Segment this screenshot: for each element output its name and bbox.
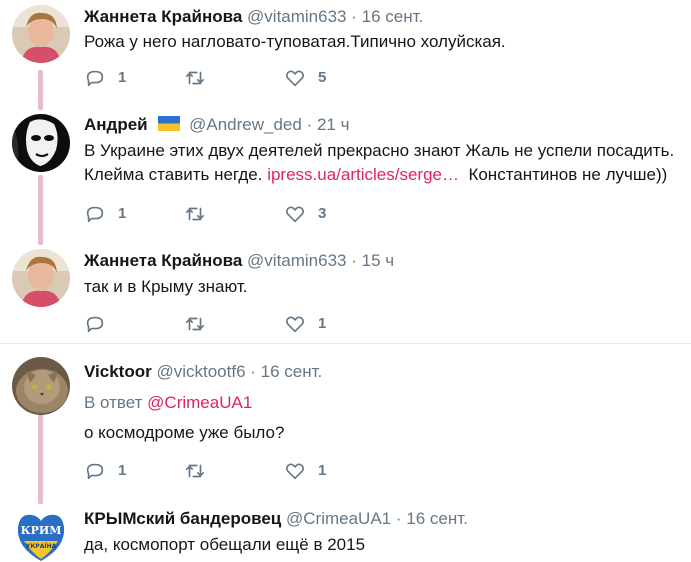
- reply-icon: [86, 70, 104, 87]
- retweet-icon: [185, 464, 205, 478]
- like-button[interactable]: 1: [284, 312, 326, 336]
- tweet-text-part: Константинов не лучше)): [459, 165, 668, 184]
- user-handle[interactable]: @vicktootf6: [156, 362, 245, 381]
- display-name[interactable]: Жаннета Крайнова: [84, 7, 242, 26]
- timestamp[interactable]: 16 сент.: [406, 509, 468, 528]
- tweet-text: В Украине этих двух деятелей прекрасно з…: [84, 141, 675, 160]
- tweet[interactable]: КРИМ УКРАЇНА КРЫМский бандеровец @Crimea…: [0, 505, 691, 562]
- separator-dot: ·: [395, 509, 402, 528]
- retweet-button[interactable]: [184, 312, 218, 336]
- reply-icon: [86, 463, 104, 480]
- reply-prefix: В ответ: [84, 393, 148, 412]
- like-count: 3: [318, 205, 327, 222]
- tweet-link[interactable]: ipress.ua/articles/serge…: [267, 165, 459, 184]
- tweet[interactable]: Андрей @Andrew_ded · 21 ч В Украине этих…: [0, 110, 691, 245]
- retweet-button[interactable]: [184, 202, 218, 226]
- user-handle[interactable]: @CrimeaUA1: [286, 509, 391, 528]
- separator-dot: ·: [351, 7, 357, 26]
- reply-button[interactable]: 1: [84, 459, 126, 483]
- avatar[interactable]: КРИМ УКРАЇНА: [12, 507, 70, 562]
- like-button[interactable]: 1: [284, 459, 326, 483]
- separator-dot: ·: [250, 362, 256, 381]
- tweet[interactable]: Жаннета Крайнова @vitamin633 · 15 ч так …: [0, 245, 691, 343]
- tweet-text-line: Клейма ставить негде. ipress.ua/articles…: [84, 161, 667, 188]
- reply-icon: [86, 316, 104, 333]
- like-button[interactable]: 3: [284, 202, 326, 226]
- separator-dot: ·: [351, 251, 357, 270]
- reply-button[interactable]: [84, 312, 118, 336]
- like-icon: [286, 316, 304, 333]
- avatar[interactable]: [12, 357, 70, 415]
- like-icon: [286, 70, 304, 87]
- avatar[interactable]: [12, 249, 70, 307]
- reply-button[interactable]: 1: [84, 202, 126, 226]
- reply-count: 1: [118, 69, 127, 86]
- reply-count: 1: [118, 462, 127, 479]
- tweet-separator: [0, 343, 691, 344]
- display-name[interactable]: Жаннета Крайнова: [84, 251, 242, 270]
- reply-context: В ответ @CrimeaUA1: [84, 392, 252, 414]
- display-name[interactable]: Vicktoor: [84, 362, 152, 381]
- retweet-button[interactable]: [184, 66, 218, 90]
- reply-count: 1: [118, 205, 127, 222]
- retweet-icon: [185, 207, 205, 221]
- avatar-logo-text: КРИМ: [21, 524, 62, 537]
- like-count: 1: [318, 315, 327, 332]
- timestamp[interactable]: 21 ч: [317, 115, 350, 134]
- retweet-icon: [185, 317, 205, 331]
- like-count: 5: [318, 69, 327, 86]
- timestamp[interactable]: 15 ч: [362, 251, 395, 270]
- reply-icon: [86, 206, 104, 223]
- retweet-icon: [185, 71, 205, 85]
- display-name[interactable]: Андрей: [84, 115, 148, 134]
- like-button[interactable]: 5: [284, 66, 326, 90]
- timestamp[interactable]: 16 сент.: [261, 362, 323, 381]
- display-name[interactable]: КРЫМский бандеровец: [84, 509, 281, 528]
- like-count: 1: [318, 462, 327, 479]
- like-icon: [286, 206, 304, 223]
- tweet-text-part: Клейма ставить негде.: [84, 165, 268, 184]
- timestamp[interactable]: 16 сент.: [362, 7, 424, 26]
- avatar-logo-subtext: УКРАЇНА: [26, 543, 57, 550]
- tweet-text: Рожа у него нагловато-туповатая.Типично …: [84, 32, 506, 51]
- tweet-text: так и в Крыму знают.: [84, 277, 248, 296]
- separator-dot: ·: [306, 115, 313, 134]
- like-icon: [286, 463, 304, 480]
- reply-mention-link[interactable]: @CrimeaUA1: [147, 393, 252, 412]
- user-handle[interactable]: @Andrew_ded: [189, 115, 302, 134]
- tweet[interactable]: Vicktoor @vicktootf6 · 16 сент. В ответ …: [0, 355, 691, 505]
- tweet[interactable]: Жаннета Крайнова @vitamin633 · 16 сент. …: [0, 0, 691, 110]
- tweet-text: да, космопорт обещали ещё в 2015: [84, 535, 366, 554]
- user-handle[interactable]: @vitamin633: [247, 7, 346, 26]
- reply-button[interactable]: 1: [84, 66, 126, 90]
- tweet-text: о космодроме уже было?: [84, 423, 285, 442]
- ukraine-flag-icon: [158, 116, 181, 131]
- retweet-button[interactable]: [184, 459, 218, 483]
- avatar[interactable]: [12, 114, 70, 172]
- user-handle[interactable]: @vitamin633: [247, 251, 346, 270]
- avatar[interactable]: [12, 5, 70, 63]
